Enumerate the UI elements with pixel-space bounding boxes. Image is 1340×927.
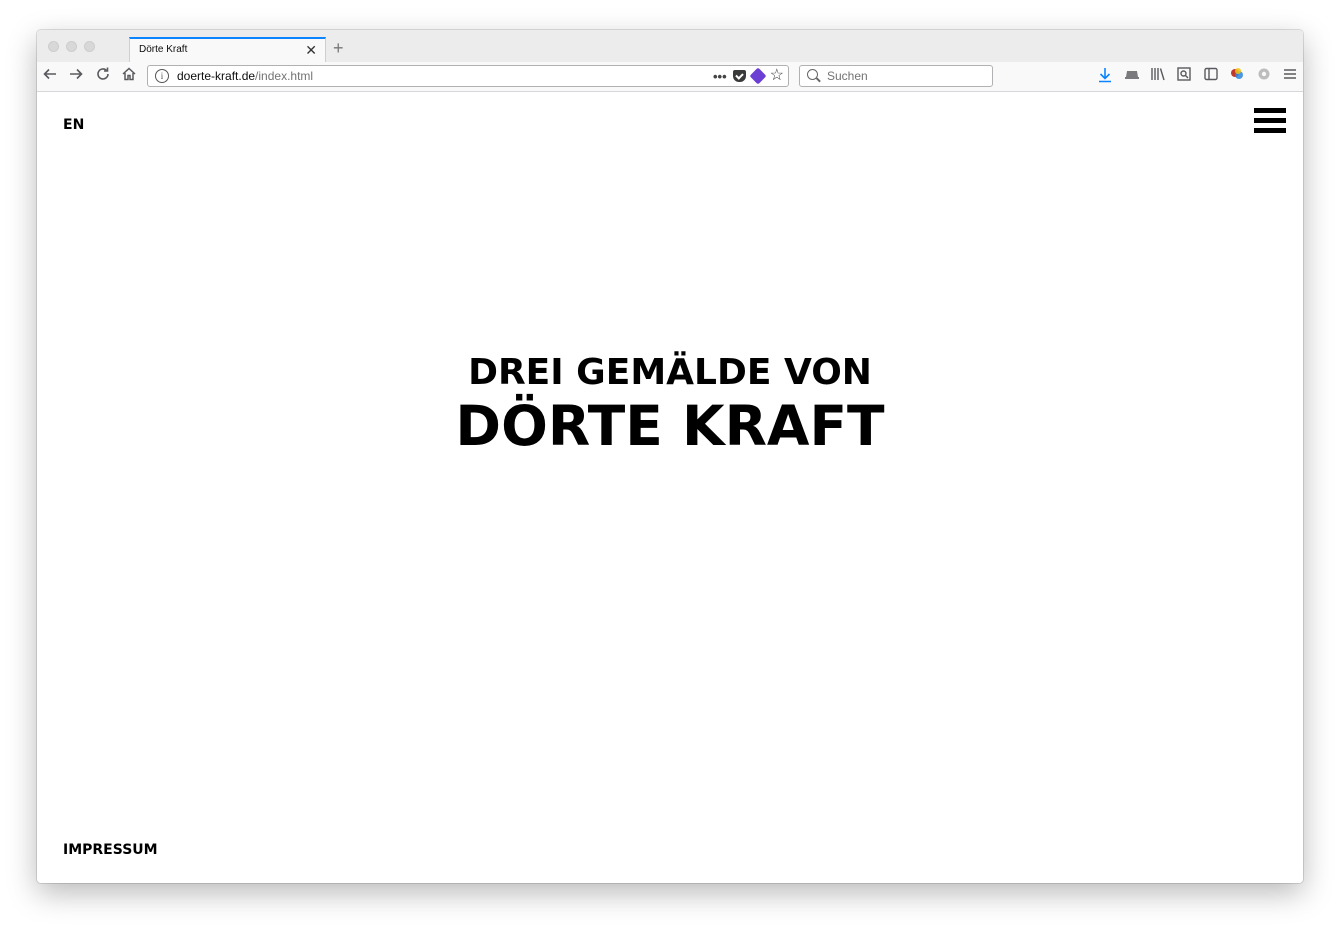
impressum-link[interactable]: IMPRESSUM: [63, 842, 158, 858]
window-close-control[interactable]: [48, 41, 59, 52]
page-actions-icon[interactable]: •••: [713, 69, 727, 84]
bookmark-star-icon[interactable]: ☆: [770, 68, 784, 84]
tab-title: Dörte Kraft: [139, 44, 188, 55]
menu-icon[interactable]: [1281, 67, 1299, 85]
info-icon[interactable]: i: [155, 69, 169, 83]
browser-window: Dörte Kraft ✕ + i doerte-kraft.de/index.…: [37, 30, 1303, 883]
headline-title: DÖRTE KRAFT: [455, 394, 885, 458]
window-minimize-control[interactable]: [66, 41, 77, 52]
sidebar-icon[interactable]: [1202, 67, 1220, 85]
library-icon[interactable]: [1149, 67, 1167, 85]
hamburger-bar: [1254, 108, 1286, 113]
url-domain: doerte-kraft.de: [177, 69, 256, 83]
screenshot-icon[interactable]: [1175, 67, 1193, 85]
pocket-icon[interactable]: [732, 70, 746, 82]
arrow-left-icon[interactable]: [40, 66, 60, 86]
settings-icon[interactable]: [1255, 67, 1273, 85]
hamburger-menu-icon[interactable]: [1254, 108, 1286, 134]
hamburger-bar: [1254, 118, 1286, 123]
window-zoom-control[interactable]: [84, 41, 95, 52]
headline-subtitle: DREI GEMÄLDE VON: [468, 352, 872, 393]
tab-strip: Dörte Kraft ✕ +: [37, 30, 1303, 63]
new-tab-button[interactable]: +: [333, 38, 344, 58]
url-bar[interactable]: i doerte-kraft.de/index.html ••• ☆: [147, 65, 789, 87]
url-path: /index.html: [255, 69, 314, 83]
search-icon: [807, 69, 818, 80]
url-text[interactable]: doerte-kraft.de/index.html: [177, 69, 313, 83]
download-icon[interactable]: [1096, 67, 1114, 85]
url-actions: ••• ☆: [713, 67, 784, 85]
extension-cube-icon[interactable]: [749, 67, 767, 85]
search-bar[interactable]: Suchen: [799, 65, 993, 87]
arrow-right-icon[interactable]: [66, 66, 86, 86]
hamburger-bar: [1254, 128, 1286, 133]
home-icon[interactable]: [119, 66, 139, 86]
close-icon[interactable]: ✕: [305, 41, 317, 59]
hat-icon[interactable]: [1123, 67, 1141, 85]
search-input[interactable]: Suchen: [827, 69, 868, 83]
extension-icon[interactable]: [1228, 67, 1246, 85]
navigation-bar: i doerte-kraft.de/index.html ••• ☆ Suche…: [37, 62, 1303, 92]
page-content: EN DREI GEMÄLDE VON DÖRTE KRAFT IMPRESSU…: [37, 92, 1303, 883]
page-headline: DREI GEMÄLDE VON DÖRTE KRAFT: [37, 350, 1303, 456]
tab-active[interactable]: Dörte Kraft ✕: [129, 37, 326, 63]
reload-icon[interactable]: [93, 66, 113, 86]
language-switch-link[interactable]: EN: [63, 117, 84, 133]
